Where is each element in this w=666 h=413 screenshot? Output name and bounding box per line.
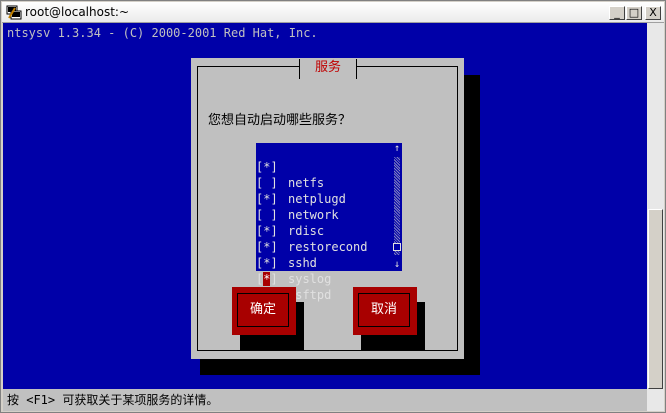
scrollbar-thumb[interactable]: [393, 243, 401, 251]
ok-button[interactable]: 确定: [232, 287, 296, 335]
terminal-window: root@localhost:~ _ □ X ntsysv 1.3.34 - (…: [0, 0, 666, 413]
putty-terminal-icon: [6, 5, 22, 20]
service-item[interactable]: [*] netfs: [256, 143, 392, 190]
status-hint: 按 <F1> 可获取关于某项服务的详情。: [7, 393, 219, 407]
scroll-down-arrow-icon[interactable]: ↓: [392, 259, 402, 271]
service-item-selected[interactable]: [*] vsftpd: [256, 255, 392, 302]
selected-checkbox-cursor: [*]: [256, 272, 278, 286]
dialog-question: 您想自动启动哪些服务？: [208, 113, 352, 128]
service-item[interactable]: [*] network: [256, 175, 392, 222]
service-item[interactable]: [*] sshd: [256, 223, 392, 270]
service-list[interactable]: [*] netfs [ ] netplugd [*] network [ ] r…: [256, 143, 402, 302]
cancel-button[interactable]: 取消: [353, 287, 417, 335]
title-bar[interactable]: root@localhost:~ _ □ X: [2, 2, 664, 23]
service-item[interactable]: [ ] rdisc: [256, 191, 392, 238]
window-title: root@localhost:~: [25, 5, 130, 19]
service-item[interactable]: [*] syslog: [256, 239, 392, 286]
ntsysv-header: ntsysv 1.3.34 - (C) 2000-2001 Red Hat, I…: [7, 26, 318, 40]
service-item[interactable]: [*] restorecond: [256, 207, 392, 254]
scroll-up-arrow-icon[interactable]: ↑: [392, 143, 402, 155]
minimize-button[interactable]: _: [609, 6, 625, 20]
service-item[interactable]: [ ] netplugd: [256, 159, 392, 206]
window-scrollbar-thumb[interactable]: [648, 209, 663, 389]
terminal-screen[interactable]: ntsysv 1.3.34 - (C) 2000-2001 Red Hat, I…: [3, 23, 647, 411]
scrollbar-track[interactable]: [394, 157, 400, 255]
list-scrollbar[interactable]: ↑ ↓: [392, 143, 402, 271]
maximize-button[interactable]: □: [626, 6, 642, 20]
close-button[interactable]: X: [645, 6, 661, 20]
window-scrollbar[interactable]: [647, 23, 664, 411]
checkbox-cursor-mark: *: [263, 272, 271, 286]
service-checkbox[interactable]: [*]: [256, 271, 282, 287]
services-dialog: 服务 您想自动启动哪些服务？ [*] netfs [ ] netplugd [*…: [191, 58, 464, 359]
ok-button-label: 确定: [237, 293, 289, 327]
dialog-title: 服务: [299, 59, 357, 79]
cancel-button-label: 取消: [358, 293, 410, 327]
